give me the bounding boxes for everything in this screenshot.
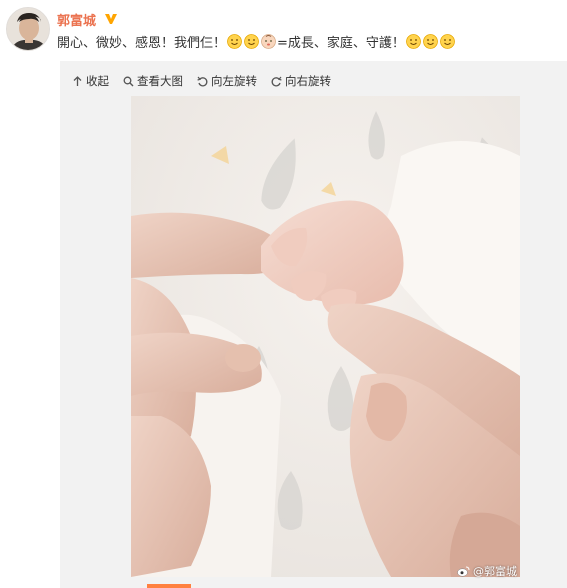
- rotate-right-label: 向右旋转: [285, 74, 331, 88]
- collapse-label: 收起: [86, 74, 109, 88]
- watermark-text: @郭富城: [473, 565, 517, 578]
- baby-hands-photo: [131, 96, 520, 577]
- arrow-up-icon: [73, 75, 82, 86]
- smile-emoji-icon: [244, 34, 259, 49]
- rotate-left-button[interactable]: 向左旋转: [197, 73, 257, 89]
- bottom-orange-tab[interactable]: [147, 584, 191, 588]
- user-avatar[interactable]: [6, 7, 50, 51]
- username-link[interactable]: 郭富城: [57, 10, 96, 29]
- post-text: 開心、微妙、感恩！我們仨！ =成長、家庭、守護！: [57, 32, 456, 51]
- rotate-left-icon: [197, 76, 208, 86]
- rotate-right-icon: [271, 76, 282, 86]
- verified-badge-icon: [105, 14, 117, 24]
- smile-emoji-icon: [227, 34, 242, 49]
- view-large-button[interactable]: 查看大图: [123, 73, 183, 89]
- post-photo[interactable]: [131, 96, 520, 577]
- post-text-part1: 開心、微妙、感恩！我們仨！: [57, 36, 227, 51]
- post-text-part2: =成長、家庭、守護！: [277, 36, 405, 51]
- photo-watermark: @郭富城: [457, 563, 517, 579]
- magnifier-icon: [123, 76, 134, 86]
- media-toolbar: 收起 查看大图 向左旋转 向右旋转: [72, 73, 331, 89]
- smile-emoji-icon: [440, 34, 455, 49]
- view-large-label: 查看大图: [137, 74, 183, 88]
- smile-emoji-icon: [423, 34, 438, 49]
- smile-emoji-icon: [406, 34, 421, 49]
- baby-emoji-icon: [261, 34, 276, 49]
- collapse-button[interactable]: 收起: [72, 73, 109, 89]
- weibo-logo-icon: [457, 566, 470, 577]
- rotate-right-button[interactable]: 向右旋转: [271, 73, 331, 89]
- rotate-left-label: 向左旋转: [211, 74, 257, 88]
- avatar-portrait: [7, 8, 49, 50]
